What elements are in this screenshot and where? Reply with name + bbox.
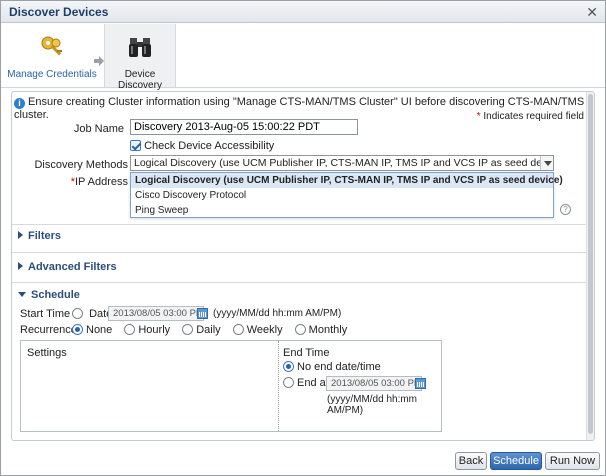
start-date-radio[interactable] <box>72 308 83 319</box>
info-icon: i <box>14 98 25 109</box>
help-icon[interactable]: ? <box>560 204 571 215</box>
job-name-label: Job Name <box>73 123 124 135</box>
expand-arrow-icon <box>18 231 23 239</box>
check-access-checkbox[interactable] <box>130 140 141 151</box>
chevron-down-icon[interactable] <box>540 156 553 170</box>
recurrence-daily-label: Daily <box>196 324 221 336</box>
content-scrollbar[interactable] <box>586 92 594 440</box>
calendar-icon[interactable] <box>197 308 208 319</box>
required-star: * <box>476 111 481 122</box>
no-end-label: No end date/time <box>297 361 381 373</box>
start-time-label: Start Time <box>20 308 71 320</box>
advanced-filters-section: Advanced Filters <box>12 252 586 280</box>
dialog-footer: Back Schedule Run Now <box>1 444 605 475</box>
scrollbar-thumb[interactable] <box>588 94 593 434</box>
recurrence-none[interactable]: None <box>72 324 112 336</box>
recurrence-hourly-radio[interactable] <box>124 324 136 335</box>
settings-label: Settings <box>27 347 67 359</box>
advanced-filters-header-label: Advanced Filters <box>28 261 117 273</box>
ip-address-label: *IP Address <box>32 176 128 188</box>
end-at-row: End at <box>283 377 329 389</box>
end-at-input[interactable]: 2013/08/05 03:00 PM <box>326 376 422 391</box>
wizard-steps: Manage Credentials Device Discovery <box>1 24 605 91</box>
collapse-arrow-icon <box>18 292 26 297</box>
dialog-title: Discover Devices <box>9 5 109 19</box>
discovery-methods-value: Logical Discovery (use UCM Publisher IP,… <box>134 157 554 169</box>
no-end-radio[interactable] <box>283 361 294 372</box>
back-button[interactable]: Back <box>455 452 487 470</box>
recurrence-monthly-radio[interactable] <box>294 324 306 335</box>
recurrence-hourly[interactable]: Hourly <box>124 324 170 336</box>
schedule-header-label: Schedule <box>31 289 80 301</box>
recurrence-hourly-label: Hourly <box>138 324 171 336</box>
run-now-button[interactable]: Run Now <box>545 452 600 470</box>
dropdown-option-ping-sweep[interactable]: Ping Sweep <box>131 203 553 218</box>
recurrence-label: Recurrence <box>20 324 77 336</box>
step-arrow-icon <box>94 56 104 66</box>
filters-section: Filters <box>12 224 586 246</box>
start-date-format: (yyyy/MM/dd hh:mm AM/PM) <box>213 308 342 319</box>
job-name-input[interactable] <box>130 119 358 135</box>
required-field-note: * Indicates required field <box>477 111 584 122</box>
end-time-label: End Time <box>283 347 330 359</box>
discovery-methods-select[interactable]: Logical Discovery (use UCM Publisher IP,… <box>130 155 554 171</box>
required-note-text: Indicates required field <box>483 111 584 122</box>
close-icon[interactable]: ✕ <box>586 4 598 21</box>
recurrence-daily-radio[interactable] <box>182 324 194 335</box>
settings-divider <box>278 341 279 431</box>
recurrence-weekly-label: Weekly <box>246 324 283 336</box>
keys-icon <box>39 34 65 60</box>
calendar-icon[interactable] <box>415 378 426 389</box>
check-access-row: Check Device Accessibility <box>130 140 274 152</box>
recurrence-none-label: None <box>86 324 113 336</box>
end-at-radio[interactable] <box>283 377 294 388</box>
recurrence-weekly-radio[interactable] <box>232 324 244 335</box>
recurrence-daily[interactable]: Daily <box>182 324 221 336</box>
advanced-filters-header[interactable]: Advanced Filters <box>18 261 117 273</box>
dropdown-option-logical[interactable]: Logical Discovery (use UCM Publisher IP,… <box>131 173 563 188</box>
recurrence-none-radio[interactable] <box>72 324 83 335</box>
dropdown-option-cdp[interactable]: Cisco Discovery Protocol <box>131 188 553 203</box>
step-label: Manage Credentials <box>7 69 97 80</box>
start-date-input[interactable]: 2013/08/05 03:00 PM <box>108 306 204 321</box>
step-device-discovery[interactable]: Device Discovery <box>104 24 176 91</box>
end-at-label: End at <box>297 377 329 389</box>
filters-header-label: Filters <box>28 230 62 242</box>
settings-box: Settings End Time No end date/time End a… <box>20 340 442 432</box>
recurrence-monthly-label: Monthly <box>308 324 348 336</box>
schedule-header[interactable]: Schedule <box>18 289 80 301</box>
schedule-button[interactable]: Schedule <box>490 452 542 470</box>
step-manage-credentials[interactable]: Manage Credentials <box>7 24 97 87</box>
discovery-methods-dropdown: Logical Discovery (use UCM Publisher IP,… <box>130 172 563 218</box>
content-panel: i Ensure creating Cluster information usi… <box>11 91 595 441</box>
expand-arrow-icon <box>18 262 23 270</box>
discovery-methods-label: Discovery Methods <box>34 159 128 171</box>
filters-header[interactable]: Filters <box>18 230 61 242</box>
no-end-row: No end date/time <box>283 361 381 373</box>
discover-devices-dialog: Discover Devices ✕ Manage Credentials De… <box>0 0 606 476</box>
dialog-titlebar: Discover Devices ✕ <box>1 1 605 23</box>
check-access-label: Check Device Accessibility <box>144 140 275 152</box>
recurrence-weekly[interactable]: Weekly <box>232 324 283 336</box>
recurrence-monthly[interactable]: Monthly <box>294 324 348 336</box>
step-label: Device Discovery <box>118 69 162 91</box>
end-date-format: (yyyy/MM/dd hh:mm AM/PM) <box>327 394 418 416</box>
binoculars-icon <box>127 34 153 60</box>
ip-address-label-text: IP Address <box>75 176 128 188</box>
recurrence-options: None Hourly Daily Weekly Monthly <box>72 324 356 336</box>
